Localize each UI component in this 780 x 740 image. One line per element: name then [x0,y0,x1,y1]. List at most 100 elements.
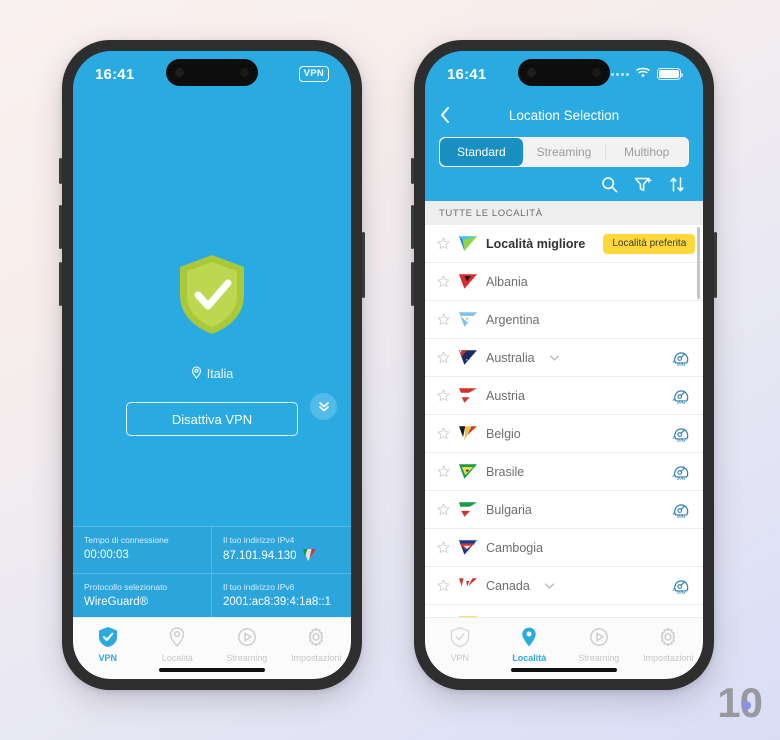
info-label: Tempo di connessione [84,534,169,545]
table-row[interactable]: Località migliore Località preferita [425,225,703,263]
filter-button[interactable] [634,176,653,193]
tab-label: Località [161,653,193,663]
status-right-group: VPN [298,66,329,82]
tab-streaming[interactable]: Streaming [212,626,282,663]
disconnect-vpn-button[interactable]: Disattiva VPN [126,402,298,436]
info-value: 87.101.94.130 [223,548,340,564]
map-pin-icon [191,366,202,382]
country-flag-icon [459,578,477,593]
tab-bar-left: VPN Località Streaming Impostazioni [73,617,351,679]
phone-right-power-button[interactable] [714,232,717,298]
sort-arrows-icon [670,176,684,192]
location-list[interactable]: TUTTE LE LOCALITÀ Località migliore Local… [425,201,703,617]
tab-localita[interactable]: Località [143,626,213,663]
favorite-star-icon[interactable] [437,541,450,554]
favorite-star-icon[interactable] [437,313,450,326]
svg-text:10G: 10G [677,475,686,481]
table-row[interactable]: Bulgaria 10G [425,491,703,529]
table-row[interactable]: Argentina [425,301,703,339]
phone-left-mute-switch[interactable] [59,158,62,184]
list-scrollbar[interactable] [697,227,700,299]
expand-details-button[interactable] [310,392,337,420]
table-row[interactable]: Canada 10G [425,567,703,605]
table-row[interactable]: Cambogia [425,529,703,567]
location-rows-container: Località migliore Località preferita Alban… [425,225,703,617]
tab-streaming[interactable]: Streaming [564,626,634,663]
svg-text:10G: 10G [677,513,686,519]
speed-badge-icon: 10G [669,575,693,597]
chevron-down-icon[interactable] [549,354,560,362]
speed-badge-icon: 10G [669,461,693,483]
favorite-star-icon[interactable] [437,427,450,440]
segmented-control: Standard Streaming Multihop [439,137,689,167]
tab-vpn[interactable]: VPN [73,626,143,663]
favorite-star-icon[interactable] [437,275,450,288]
location-name: Brasile [486,464,525,479]
current-location: Italia [191,366,233,382]
phone-left: 16:41 VPN Italia Disattiva VPN Tempo di … [59,40,365,690]
country-flag-icon [459,426,477,441]
favorite-star-icon[interactable] [437,389,450,402]
dynamic-island [518,59,610,86]
face-id-sensor-icon [592,68,601,77]
phone-left-power-button[interactable] [362,232,365,298]
segment-multihop[interactable]: Multihop [605,138,688,166]
phone-right-mute-switch[interactable] [411,158,414,184]
front-camera-icon [527,68,536,77]
segment-streaming[interactable]: Streaming [522,138,606,166]
info-cell-protocol: Protocollo selezionato WireGuard® [73,573,212,617]
favorite-star-icon[interactable] [437,503,450,516]
italy-flag-icon [302,548,316,564]
info-cell-ipv4: Il tuo indirizzo IPv4 87.101.94.130 [212,527,351,574]
location-name: Località migliore [486,236,586,251]
list-section-header: TUTTE LE LOCALITÀ [425,201,703,225]
info-value-text: 2001:ac8:39:4:1a8::1 [223,596,332,608]
status-badge: Località preferita [603,233,696,254]
table-row[interactable]: Belgio 10G [425,415,703,453]
favorite-star-icon[interactable] [437,579,450,592]
svg-text:10G: 10G [677,589,686,595]
sort-button[interactable] [669,176,685,193]
tab-impostazioni[interactable]: Impostazioni [282,626,352,663]
search-button[interactable] [601,176,618,193]
tab-label: Impostazioni [290,653,342,663]
info-cell-ipv6: Il tuo indirizzo IPv6 2001:ac8:39:4:1a8:… [212,574,351,617]
tab-label: Streaming [226,653,268,663]
nav-header: Location Selection [425,97,703,133]
table-row[interactable]: Australia 10G [425,339,703,377]
phone-right-screen: 16:41 Location Selection Standard Stream… [425,51,703,679]
info-label: Protocollo selezionato [84,581,168,592]
current-location-label: Italia [206,367,234,381]
double-chevron-down-icon [318,402,329,412]
phone-right-volume-down[interactable] [411,262,414,306]
tab-vpn[interactable]: VPN [425,626,495,663]
phone-left-volume-up[interactable] [59,205,62,249]
segmented-control-wrapper: Standard Streaming Multihop [425,133,703,167]
phone-left-volume-down[interactable] [59,262,62,306]
tab-label: Impostazioni [642,653,694,663]
tab-localita[interactable]: Località [495,626,565,663]
country-flag-icon [459,236,477,251]
favorite-star-icon[interactable] [437,237,450,250]
favorite-star-icon[interactable] [437,351,450,364]
favorite-star-icon[interactable] [437,465,450,478]
table-row[interactable]: Austria 10G [425,377,703,415]
chevron-down-icon[interactable] [544,582,555,590]
table-row[interactable]: Colombia 10G [425,605,703,617]
gear-icon [658,626,678,650]
status-right-group [611,65,683,83]
table-row[interactable]: Albania [425,263,703,301]
page-title: Location Selection [508,107,620,123]
phone-right-volume-up[interactable] [411,205,414,249]
shield-check-icon [98,626,118,650]
battery-full-icon [657,68,683,80]
table-row[interactable]: Brasile 10G [425,453,703,491]
location-name: Bulgaria [486,502,532,517]
tab-impostazioni[interactable]: Impostazioni [634,626,704,663]
info-value-text: 87.101.94.130 [223,550,297,563]
home-indicator [159,668,265,672]
segment-standard[interactable]: Standard [440,138,523,166]
country-flag-icon [459,464,477,479]
tab-label: VPN [450,653,469,663]
signal-dots-icon [611,72,629,76]
